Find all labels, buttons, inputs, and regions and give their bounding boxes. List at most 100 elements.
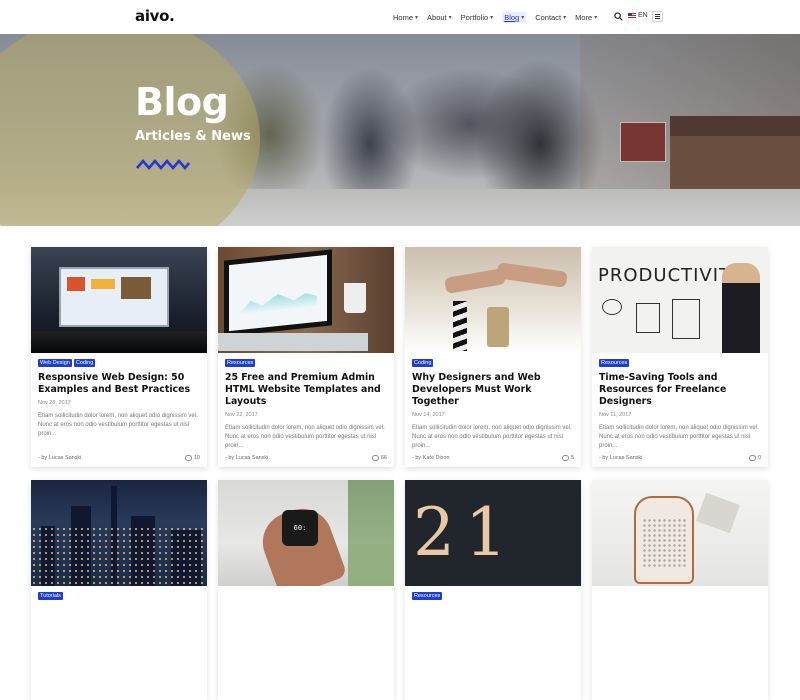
bottle-illustration [453, 301, 467, 351]
site-logo[interactable]: aivo. [135, 7, 175, 25]
comment-icon [184, 455, 192, 461]
audience-silhouette [31, 331, 207, 353]
comment-icon [561, 455, 569, 461]
category-tag[interactable]: Tutorials [38, 592, 63, 600]
doodle-illustration [602, 299, 622, 315]
language-switcher[interactable]: EN [628, 12, 648, 19]
category-tag[interactable]: Resources [225, 359, 256, 367]
post-title[interactable]: 25 Free and Premium Admin HTML Website T… [225, 372, 387, 408]
post-date: Nov 28, 2017 [38, 400, 71, 406]
city-lights [31, 526, 207, 586]
hero-banner: Blog Articles & News [0, 34, 800, 226]
stopwatch-icon: 60: [282, 510, 318, 546]
site-header: aivo. Home ▾ About ▾ Portfolio ▾ Blog ▾ Cont… [0, 0, 800, 34]
post-author[interactable]: - by Lucas Sanski [599, 455, 642, 461]
zigzag-divider-icon [136, 159, 190, 170]
post-author[interactable]: - by Lucas Sanski [225, 455, 268, 461]
laptop-illustration [224, 249, 332, 337]
post-date: Nov 22, 2017 [225, 412, 258, 418]
nav-about[interactable]: About ▾ [427, 13, 452, 22]
blog-card[interactable] [592, 480, 768, 700]
nav-contact-label: Contact [535, 13, 562, 22]
post-excerpt: Etiam sollicitudin dolor lorem, non aliq… [38, 413, 198, 437]
post-thumbnail[interactable]: 21 [405, 480, 581, 586]
page-title: Blog [135, 80, 229, 124]
post-thumbnail[interactable]: 60: [218, 480, 394, 586]
post-title[interactable]: Responsive Web Design: 50 Examples and B… [38, 372, 200, 396]
post-thumbnail[interactable] [31, 480, 207, 586]
post-thumbnail[interactable]: PRODUCTIVITY [592, 247, 768, 353]
nav-blog[interactable]: Blog ▾ [502, 12, 527, 23]
post-thumbnail[interactable] [31, 247, 207, 353]
page-subtitle: Articles & News [135, 129, 251, 144]
comment-count-value: 0 [757, 455, 761, 461]
nav-home-label: Home [393, 13, 414, 22]
comment-count-value: 66 [380, 455, 387, 461]
language-label: EN [638, 12, 648, 19]
blog-card[interactable]: 60: [218, 480, 394, 700]
blog-card[interactable]: Resources 25 Free and Premium Admin HTML… [218, 247, 394, 467]
desk-surface [218, 333, 368, 351]
main-nav: Home ▾ About ▾ Portfolio ▾ Blog ▾ Contact ▾ M… [393, 12, 606, 23]
search-icon[interactable] [614, 12, 623, 21]
doodle-illustration [672, 299, 700, 339]
post-excerpt: Etiam sollicitudin dolor lorem, non aliq… [599, 425, 759, 449]
plant-background [348, 480, 394, 586]
comment-count-value: 5 [570, 455, 574, 461]
chevron-down-icon: ▾ [563, 15, 567, 21]
jar-illustration [487, 307, 509, 347]
nav-more-label: More [575, 13, 593, 22]
nav-home[interactable]: Home ▾ [393, 13, 418, 22]
person-illustration [722, 263, 760, 353]
comment-icon [371, 455, 379, 461]
nav-more[interactable]: More ▾ [575, 13, 597, 22]
post-title[interactable]: Time-Saving Tools and Resources for Free… [599, 372, 761, 408]
category-tag[interactable]: Resources [412, 592, 443, 600]
post-thumbnail[interactable] [405, 247, 581, 353]
post-excerpt: Etiam sollicitudin dolor lorem, non aliq… [412, 425, 572, 449]
nav-portfolio-label: Portfolio [460, 13, 489, 22]
comment-count[interactable]: 66 [371, 455, 387, 461]
post-date: Nov 14, 2017 [412, 412, 445, 418]
post-author[interactable]: - by Lucas Sanski [38, 455, 81, 461]
blog-card[interactable]: 21 Resources [405, 480, 581, 700]
backpack-illustration [634, 496, 694, 584]
comment-count-value: 10 [193, 455, 200, 461]
comment-icon [748, 455, 756, 461]
blog-card[interactable]: Tutorials [31, 480, 207, 700]
post-date: Nov 11, 2017 [599, 412, 632, 418]
chevron-down-icon: ▾ [521, 15, 525, 21]
comment-count[interactable]: 10 [184, 455, 200, 461]
chevron-down-icon: ▾ [490, 15, 494, 21]
category-tag[interactable]: Resources [599, 359, 630, 367]
comment-count[interactable]: 5 [561, 455, 574, 461]
post-title[interactable]: Why Designers and Web Developers Must Wo… [412, 372, 574, 408]
book-illustration [695, 492, 741, 534]
blog-card[interactable]: Coding Why Designers and Web Developers … [405, 247, 581, 467]
presentation-screen-illustration [59, 267, 169, 327]
chevron-down-icon: ▾ [594, 15, 598, 21]
nav-contact[interactable]: Contact ▾ [535, 13, 566, 22]
blog-card[interactable]: PRODUCTIVITY Resources Time-Saving Tools… [592, 247, 768, 467]
comment-count[interactable]: 0 [748, 455, 761, 461]
chevron-down-icon: ▾ [448, 15, 452, 21]
blog-card[interactable]: Web Design Coding Responsive Web Design:… [31, 247, 207, 467]
category-tag[interactable]: Coding [412, 359, 434, 367]
hero-overlay [0, 34, 800, 226]
menu-icon[interactable] [652, 11, 663, 22]
nav-blog-label: Blog [504, 13, 520, 22]
post-thumbnail[interactable] [592, 480, 768, 586]
nav-portfolio[interactable]: Portfolio ▾ [461, 13, 494, 22]
number-sign: 21 [413, 494, 517, 571]
category-tag[interactable]: Web Design [38, 359, 72, 367]
nav-about-label: About [427, 13, 447, 22]
post-thumbnail[interactable] [218, 247, 394, 353]
post-author[interactable]: - by Kate Dixon [412, 455, 450, 461]
uk-flag-icon [628, 12, 636, 19]
chevron-down-icon: ▾ [415, 15, 419, 21]
doodle-illustration [636, 303, 660, 333]
category-tag[interactable]: Coding [73, 359, 96, 367]
post-excerpt: Etiam sollicitudin dolor lorem, non aliq… [225, 425, 385, 449]
hand-illustration [496, 262, 568, 288]
mug-illustration [344, 283, 366, 313]
